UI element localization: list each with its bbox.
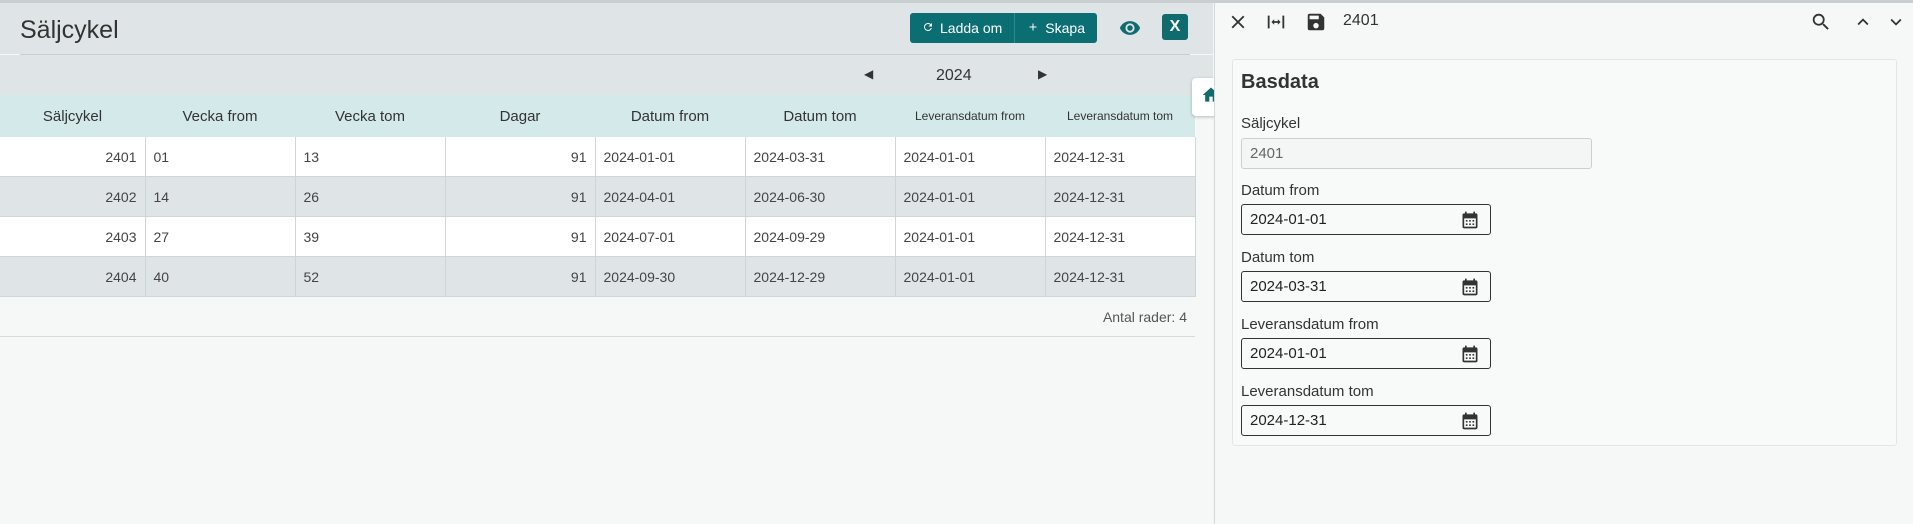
detail-pane: 2401 Basdata Säljcykel 2401 Datum from 2… (1214, 3, 1913, 524)
table-cell: 2024-12-31 (1045, 176, 1196, 217)
field-value: 2024-01-01 (1250, 345, 1327, 362)
table-cell: 2024-12-29 (745, 256, 896, 297)
saljcykel-field[interactable]: 2401 (1241, 138, 1592, 169)
table-cell: 26 (295, 176, 446, 217)
column-header[interactable]: Dagar (445, 95, 595, 137)
table-cell: 2404 (0, 256, 146, 297)
field-label: Säljcykel (1241, 115, 1301, 132)
field-value: 2024-03-31 (1250, 278, 1327, 295)
table-cell: 2024-09-30 (595, 256, 746, 297)
reload-icon (922, 21, 934, 36)
table-cell: 2024-12-31 (1045, 216, 1196, 257)
table-cell: 2024-01-01 (895, 176, 1046, 217)
datum-from-field[interactable]: 2024-01-01 (1241, 204, 1491, 235)
field-label: Leveransdatum from (1241, 316, 1379, 333)
field-value: 2401 (1250, 145, 1284, 162)
table-cell: 27 (145, 216, 296, 257)
list-pane: Säljcykel Ladda om Skapa X ◀ 2024 ▶ Sälj… (0, 3, 1213, 524)
column-header[interactable]: Vecka tom (295, 95, 445, 137)
calendar-icon[interactable] (1460, 411, 1480, 431)
data-table: Säljcykel Vecka from Vecka tom Dagar Dat… (0, 95, 1196, 297)
page-title: Säljcykel (20, 16, 119, 44)
table-cell: 13 (295, 137, 446, 177)
table-cell: 2024-01-01 (595, 137, 746, 177)
reload-button[interactable]: Ladda om (910, 13, 1015, 43)
datum-tom-field[interactable]: 2024-03-31 (1241, 271, 1491, 302)
field-label: Datum tom (1241, 249, 1315, 266)
table-cell: 40 (145, 256, 296, 297)
table-cell: 2024-07-01 (595, 216, 746, 257)
year-bar (0, 55, 1213, 95)
leveransdatum-from-field[interactable]: 2024-01-01 (1241, 338, 1491, 369)
column-header[interactable]: Leveransdatum tom (1045, 95, 1195, 137)
caret-left-icon[interactable]: ◀ (864, 67, 873, 81)
row-count: Antal rader: 4 (1102, 309, 1187, 325)
close-icon[interactable] (1227, 11, 1249, 33)
basdata-card: Basdata Säljcykel 2401 Datum from 2024-0… (1232, 59, 1897, 446)
create-label: Skapa (1045, 20, 1085, 36)
field-label: Datum from (1241, 182, 1320, 199)
table-cell: 2024-06-30 (745, 176, 896, 217)
plus-icon (1027, 21, 1039, 36)
table-cell: 14 (145, 176, 296, 217)
column-header[interactable]: Datum tom (745, 95, 895, 137)
detail-record-id: 2401 (1343, 12, 1379, 29)
excel-label: X (1169, 18, 1181, 35)
table-cell: 91 (445, 137, 596, 177)
table-row[interactable]: 2403 27 39 91 2024-07-01 2024-09-29 2024… (0, 216, 1196, 257)
column-header[interactable]: Datum from (595, 95, 745, 137)
column-header[interactable]: Vecka from (145, 95, 295, 137)
create-button[interactable]: Skapa (1014, 13, 1097, 43)
eye-icon[interactable] (1117, 17, 1143, 39)
excel-icon[interactable]: X (1162, 14, 1188, 40)
table-footer: Antal rader: 4 (0, 298, 1195, 337)
table-cell: 39 (295, 216, 446, 257)
table-cell: 2403 (0, 216, 146, 257)
calendar-icon[interactable] (1460, 344, 1480, 364)
column-header[interactable]: Säljcykel (0, 95, 145, 137)
chevron-down-icon[interactable] (1885, 11, 1907, 33)
table-cell: 01 (145, 137, 296, 177)
expand-width-icon[interactable] (1265, 11, 1287, 33)
table-cell: 91 (445, 256, 596, 297)
field-value: 2024-12-31 (1250, 412, 1327, 429)
page-header: Säljcykel Ladda om Skapa X (0, 3, 1213, 54)
year-label: 2024 (936, 67, 972, 84)
table-cell: 2024-09-29 (745, 216, 896, 257)
table-cell: 2024-12-31 (1045, 137, 1196, 177)
column-header[interactable]: Leveransdatum from (895, 95, 1045, 137)
table-cell: 2024-01-01 (895, 256, 1046, 297)
calendar-icon[interactable] (1460, 210, 1480, 230)
caret-right-icon[interactable]: ▶ (1038, 67, 1047, 81)
table-cell: 2024-04-01 (595, 176, 746, 217)
detail-toolbar: 2401 (1215, 3, 1913, 39)
table-cell: 2402 (0, 176, 146, 217)
field-value: 2024-01-01 (1250, 211, 1327, 228)
table-cell: 2401 (0, 137, 146, 177)
search-icon[interactable] (1810, 11, 1832, 33)
table-cell: 2024-01-01 (895, 137, 1046, 177)
table-cell: 91 (445, 176, 596, 217)
leveransdatum-tom-field[interactable]: 2024-12-31 (1241, 405, 1491, 436)
calendar-icon[interactable] (1460, 277, 1480, 297)
save-icon[interactable] (1305, 11, 1327, 33)
table-cell: 91 (445, 216, 596, 257)
field-label: Leveransdatum tom (1241, 383, 1374, 400)
chevron-up-icon[interactable] (1852, 11, 1874, 33)
table-cell: 2024-03-31 (745, 137, 896, 177)
table-header-row: Säljcykel Vecka from Vecka tom Dagar Dat… (0, 95, 1195, 137)
action-button-group: Ladda om Skapa (910, 13, 1097, 43)
table-cell: 2024-12-31 (1045, 256, 1196, 297)
table-cell: 52 (295, 256, 446, 297)
table-row[interactable]: 2401 01 13 91 2024-01-01 2024-03-31 2024… (0, 137, 1196, 177)
reload-label: Ladda om (940, 20, 1003, 36)
section-title: Basdata (1241, 71, 1319, 93)
table-cell: 2024-01-01 (895, 216, 1046, 257)
table-row[interactable]: 2402 14 26 91 2024-04-01 2024-06-30 2024… (0, 176, 1196, 217)
table-row[interactable]: 2404 40 52 91 2024-09-30 2024-12-29 2024… (0, 256, 1196, 297)
